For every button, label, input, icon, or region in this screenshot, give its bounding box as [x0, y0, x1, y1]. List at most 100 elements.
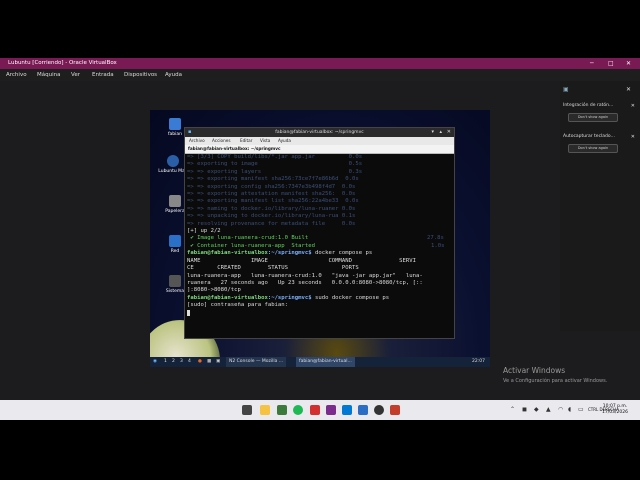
terminal-menubar: Archivo Acciones Editar Vista Ayuda [185, 137, 454, 145]
build-log-line: => => exporting manifest list sha256:22a… [187, 198, 359, 205]
build-log-line: => => exporting attestation manifest sha… [187, 191, 356, 198]
vbox-title: Lubuntu [Corriendo] - Oracle VirtualBox [8, 60, 117, 66]
task-view-icon[interactable] [242, 405, 252, 415]
network-icon [169, 235, 181, 247]
menu-entrada[interactable]: Entrada [92, 69, 114, 81]
prompt-line: fabian@fabian-virtualbox:~/springmvc$ su… [187, 294, 390, 301]
minimize-icon[interactable]: ─ [590, 58, 594, 69]
close-icon[interactable]: ✕ [626, 58, 631, 69]
vbox-menubar: Archivo Máquina Ver Entrada Dispositivos… [0, 69, 640, 81]
files-launcher-icon[interactable]: ■ [207, 357, 211, 367]
ps-row-line: luna-ruanera-app luna-ruanera-crud:1.0 "… [187, 272, 423, 279]
minimize-icon[interactable]: ▾ [431, 128, 434, 137]
wifi-icon[interactable]: ◠ [558, 406, 563, 413]
host-clock[interactable]: 10:07 p.m. 17/03/2026 [602, 404, 628, 416]
lubuntu-menu-icon[interactable]: ◉ [153, 357, 157, 367]
dont-show-again-button[interactable]: Don't show again [568, 144, 618, 153]
image-built-line: ✔ Image luna-ruanera-crud:1.0 Built 27.8s [187, 235, 444, 242]
notification-title: Autocapturar teclado... [563, 134, 615, 139]
task-terminal[interactable]: fabian@fabian-virtual... [296, 357, 355, 367]
maximize-icon[interactable]: ▴ [439, 128, 442, 137]
vbox-titlebar[interactable]: Lubuntu [Corriendo] - Oracle VirtualBox … [0, 58, 640, 69]
build-log-line: => resolving provenance for metadata fil… [187, 220, 356, 227]
menu-maquina[interactable]: Máquina [37, 69, 60, 81]
task-firefox[interactable]: N2 Console — Mozilla ... [226, 357, 287, 367]
spotify-icon[interactable] [293, 405, 303, 415]
prompt-line: fabian@fabian-virtualbox:~/springmvc$ do… [187, 250, 373, 257]
dont-show-again-button[interactable]: Don't show again [568, 113, 618, 122]
battery-icon[interactable]: ▭ [578, 406, 584, 413]
close-icon[interactable]: ✕ [447, 128, 451, 137]
menu-archivo[interactable]: Archivo [6, 69, 27, 81]
cursor-line [187, 309, 452, 318]
build-log-line: => [3/3] COPY build/libs/*.jar app.jar 0… [187, 154, 363, 160]
menu-archivo[interactable]: Archivo [189, 137, 205, 145]
tray-chevron-icon[interactable]: ⌃ [510, 406, 515, 413]
menu-editar[interactable]: Editar [240, 137, 252, 145]
notification-panel: ▣ ✕ Integración de ratón... ✕ Don't show… [560, 81, 640, 331]
info-icon: ▣ [563, 86, 569, 93]
close-icon[interactable]: ✕ [631, 134, 635, 140]
notification-title: Integración de ratón... [563, 103, 614, 108]
maximize-icon[interactable]: □ [608, 58, 614, 69]
guest-taskbar: ◉ 1 2 3 4 ● ■ ▣ N2 Console — Mozilla ...… [150, 357, 490, 367]
tray-app-icon[interactable]: ▲ [546, 406, 551, 413]
app-icon[interactable] [390, 405, 400, 415]
guest-desktop[interactable]: fabian Lubuntu Man Papelera Red Sistema … [150, 110, 490, 367]
workspace-3[interactable]: 3 [180, 357, 183, 367]
virtualbox-icon[interactable] [326, 405, 336, 415]
windows-activation-watermark: Activar Windows Ve a Configuración para … [503, 366, 607, 384]
tray-app-icon[interactable]: ◼ [522, 406, 527, 413]
host-taskbar: ⌃ ◼ ◆ ▲ ◠ ◖ ▭ CTRL DERECHA 10:07 p.m. 17… [0, 400, 640, 420]
host-date: 17/03/2026 [602, 410, 628, 415]
build-log-line: => => exporting layers 0.3s [187, 168, 363, 175]
build-log-line: => exporting to image 0.5s [187, 161, 363, 168]
workspace-2[interactable]: 2 [172, 357, 175, 367]
folder-icon [169, 118, 181, 130]
build-log-line: => => unpacking to docker.io/library/lun… [187, 213, 356, 220]
terminal-output[interactable]: => [3/3] COPY build/libs/*.jar app.jar 0… [187, 154, 452, 317]
guest-clock: 22:07 [472, 359, 485, 364]
app-icon[interactable] [277, 405, 287, 415]
firefox-launcher-icon[interactable]: ● [198, 357, 202, 367]
menu-ver[interactable]: Ver [71, 69, 80, 81]
app-icon[interactable] [358, 405, 368, 415]
menu-dispositivos[interactable]: Dispositivos [124, 69, 157, 81]
notification-mouse-integration: Integración de ratón... ✕ Don't show aga… [563, 103, 635, 123]
screen: Lubuntu [Corriendo] - Oracle VirtualBox … [0, 58, 640, 420]
menu-vista[interactable]: Vista [260, 137, 270, 145]
build-log-line: => => naming to docker.io/library/luna-r… [187, 205, 356, 212]
terminal-titlebar[interactable]: fabian@fabian-virtualbox: ~/springmvc ▪ … [185, 128, 454, 137]
menu-acciones[interactable]: Acciones [212, 137, 231, 145]
menu-ayuda[interactable]: Ayuda [278, 137, 291, 145]
compose-up-line: [+] up 2/2 [187, 228, 221, 235]
menu-ayuda[interactable]: Ayuda [165, 69, 182, 81]
ps-row-line: ]:8080->8080/tcp [187, 287, 241, 294]
ps-header-line: NAME IMAGE COMMAND SERVI [187, 257, 417, 264]
volume-icon[interactable]: ◖ [568, 406, 571, 413]
workspace-4[interactable]: 4 [188, 357, 191, 367]
terminal-title: fabian@fabian-virtualbox: ~/springmvc [275, 130, 364, 135]
activation-title: Activar Windows [503, 366, 566, 375]
notification-keyboard-capture: Autocapturar teclado... ✕ Don't show aga… [563, 134, 635, 154]
help-icon [167, 155, 179, 167]
panel-close-icon[interactable]: ✕ [626, 86, 631, 93]
computer-icon [169, 275, 181, 287]
close-icon[interactable]: ✕ [631, 103, 635, 109]
app-icon[interactable] [310, 405, 320, 415]
workspace-1[interactable]: 1 [164, 357, 167, 367]
file-explorer-icon[interactable] [260, 405, 270, 415]
terminal-icon: ▪ [188, 129, 192, 135]
terminal-tab[interactable]: fabian@fabian-virtualbox: ~/springmvc [185, 145, 454, 154]
text-cursor [187, 309, 190, 316]
activation-subtitle: Ve a Configuración para activar Windows. [503, 378, 608, 384]
build-log-line: => => exporting config sha256:7347e3b498… [187, 183, 356, 190]
terminal-launcher-icon[interactable]: ▣ [216, 357, 220, 367]
trash-icon [169, 195, 181, 207]
edge-icon[interactable] [342, 405, 352, 415]
sudo-prompt-line: [sudo] contraseña para fabian: [187, 302, 289, 309]
github-icon[interactable] [374, 405, 384, 415]
terminal-window[interactable]: fabian@fabian-virtualbox: ~/springmvc ▪ … [184, 127, 455, 339]
container-started-line: ✔ Container luna-ruanera-app Started 1.0s [187, 242, 445, 249]
tray-app-icon[interactable]: ◆ [534, 406, 539, 413]
